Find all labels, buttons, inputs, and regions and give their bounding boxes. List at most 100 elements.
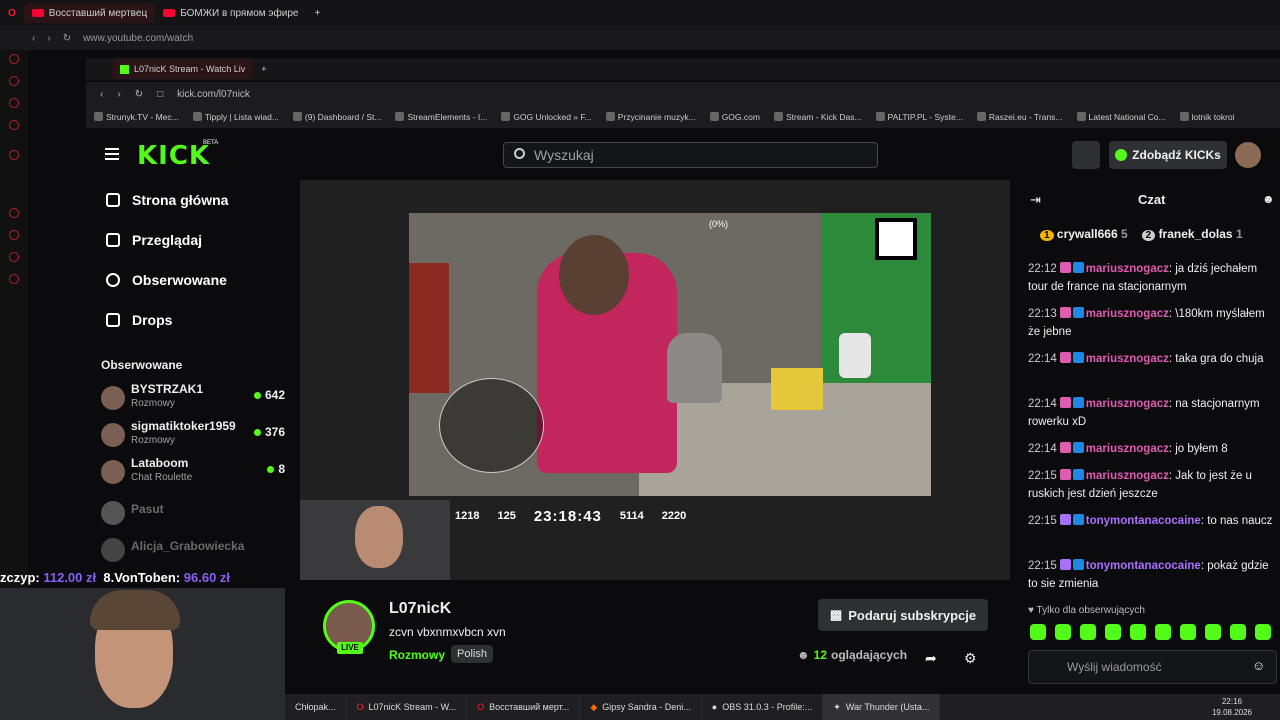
forward-icon[interactable]: ›: [117, 89, 120, 100]
gifter[interactable]: 1 crywall666 5: [1040, 227, 1128, 241]
nav-drops[interactable]: Drops: [106, 312, 172, 328]
reload-icon[interactable]: ↻: [135, 89, 143, 100]
followed-channel[interactable]: BYSTRZAK1 Rozmowy 642: [101, 382, 291, 416]
taskbar-item[interactable]: Chłopak...: [285, 694, 347, 720]
windows-taskbar: Chłopak... O L07nicK Stream - W... O Восст…: [285, 694, 1280, 720]
channel-name[interactable]: L07nicK: [389, 600, 451, 618]
outer-tab-youtube-2[interactable]: БОМЖИ в прямом эфире: [155, 3, 306, 23]
gifter[interactable]: 2 franek_dolas 1: [1141, 227, 1243, 241]
emote[interactable]: [1105, 624, 1121, 640]
followed-channel-offline[interactable]: Pasut: [101, 497, 291, 531]
emote[interactable]: [1205, 624, 1221, 640]
bookmark-item[interactable]: (9) Dashboard / St...: [292, 112, 381, 122]
new-tab-button[interactable]: +: [306, 3, 328, 23]
bookmark-item[interactable]: StreamElements - I...: [395, 112, 487, 122]
opera-icon[interactable]: O: [0, 3, 24, 23]
share-icon[interactable]: ➦: [925, 650, 937, 667]
inner-address-bar[interactable]: ‹ › ↻ □ kick.com/l07nick: [86, 82, 1280, 106]
stream-video-frame: (0%): [409, 213, 931, 496]
inner-tab-bar: L07nicK Stream - Watch Liv +: [86, 58, 1280, 80]
emote[interactable]: [1230, 624, 1246, 640]
chat-message: 22:13 mariusznogacz: \180km myślałem że j…: [1028, 307, 1265, 338]
bookmark-item[interactable]: Latest National Co...: [1076, 112, 1166, 122]
reload-icon[interactable]: ↻: [63, 33, 71, 44]
outer-tab-bar: O Восставший мертвец БОМЖИ в прямом эфир…: [0, 0, 1280, 26]
youtube-icon: [163, 9, 176, 17]
kick-logo[interactable]: KICK: [137, 141, 210, 171]
search-input[interactable]: Wyszukaj: [503, 142, 878, 168]
nav-home[interactable]: Strona główna: [106, 192, 228, 208]
sidebar-icon[interactable]: [9, 120, 19, 130]
followers-only-notice: ♥ Tylko dla obserwujących: [1028, 605, 1145, 616]
chat-title: Czat: [1138, 192, 1166, 207]
outer-address-bar[interactable]: ‹ › ↻ www.youtube.com/watch: [0, 26, 1280, 50]
bookmark-item[interactable]: PALTIP.PL - Syste...: [875, 112, 963, 122]
emote[interactable]: [1055, 624, 1071, 640]
bookmark-item[interactable]: Tipply | Lista wiad...: [192, 112, 279, 122]
nav-following[interactable]: Obserwowane: [106, 272, 227, 288]
outer-url-text[interactable]: www.youtube.com/watch: [83, 33, 193, 44]
store-button[interactable]: [1072, 141, 1100, 169]
forward-icon[interactable]: ›: [47, 33, 50, 44]
emote[interactable]: [1255, 624, 1271, 640]
sidebar-icon[interactable]: [9, 76, 19, 86]
sidebar-icon[interactable]: [9, 150, 19, 160]
stat-value: 5114: [619, 510, 644, 522]
taskbar-item[interactable]: ● OBS 31.0.3 - Profile:...: [702, 694, 824, 720]
emote[interactable]: [1155, 624, 1171, 640]
bookmark-item[interactable]: Stream - Kick Das...: [773, 112, 862, 122]
sidebar-icon[interactable]: [9, 98, 19, 108]
taskbar-item[interactable]: O L07nicK Stream - W...: [347, 694, 468, 720]
settings-icon[interactable]: ⚙: [964, 650, 977, 667]
kicks-icon: [1115, 149, 1128, 161]
sidebar-icon[interactable]: [9, 54, 19, 64]
followed-channel-offline[interactable]: Alicja_Grabowiecka: [101, 534, 291, 568]
avatar: [101, 538, 125, 562]
stream-category[interactable]: Rozmowy: [389, 648, 445, 662]
outer-tab-youtube-1[interactable]: Восставший мертвец: [23, 3, 156, 23]
sidebar-icon[interactable]: [9, 252, 19, 262]
followed-channel[interactable]: sigmatiktoker1959 Rozmowy 376: [101, 419, 291, 453]
back-icon[interactable]: ‹: [100, 89, 103, 100]
bookmark-item[interactable]: Przycinanie muzyk...: [605, 112, 696, 122]
emoji-icon[interactable]: ☺: [1252, 658, 1265, 673]
gift-subs-button[interactable]: ▩ Podaruj subskrypcje: [818, 599, 988, 631]
stat-value: 125: [497, 510, 516, 522]
chat-users-icon[interactable]: ☻: [1262, 192, 1275, 206]
emote[interactable]: [1030, 624, 1046, 640]
taskbar-item[interactable]: O Восставший мерт...: [467, 694, 581, 720]
sidebar-icon[interactable]: [9, 230, 19, 240]
taskbar-item[interactable]: ✦ War Thunder (Usta...: [823, 694, 941, 720]
bookmark-item[interactable]: GOG Unlocked » F...: [501, 112, 592, 122]
youtube-icon: [31, 9, 44, 17]
user-avatar[interactable]: [1235, 142, 1261, 168]
chat-message: 22:14 mariusznogacz: taka gra do chuja: [1028, 352, 1264, 365]
inner-url-text[interactable]: kick.com/l07nick: [177, 89, 250, 100]
emote[interactable]: [1180, 624, 1196, 640]
taskbar-item[interactable]: ◆ Gipsy Sandra - Deni...: [580, 694, 702, 720]
sidebar-icon[interactable]: [9, 274, 19, 284]
get-kicks-button[interactable]: Zdobądź KICKs: [1109, 141, 1227, 169]
followed-channel[interactable]: Lataboom Chat Roulette 8: [101, 456, 291, 490]
inner-new-tab-button[interactable]: +: [253, 59, 274, 79]
language-tag[interactable]: Polish: [451, 645, 493, 663]
bookmark-item[interactable]: Raszei.eu - Trans...: [976, 112, 1063, 122]
chat-input[interactable]: Wyślij wiadomość: [1028, 650, 1277, 684]
emote[interactable]: [1130, 624, 1146, 640]
menu-icon[interactable]: [105, 148, 119, 160]
bookmark-item[interactable]: lotnik tokroi: [1179, 112, 1235, 122]
system-clock[interactable]: 22:16 19.08.2026: [1212, 696, 1252, 718]
bookmarks-bar: Strunyk.TV - Mec... Tipply | Lista wiad.…: [86, 106, 1280, 128]
sidebar-icon[interactable]: [9, 208, 19, 218]
bookmark-item[interactable]: Strunyk.TV - Mec...: [94, 112, 179, 122]
avatar: [101, 423, 125, 447]
inner-tab-kick[interactable]: L07nicK Stream - Watch Liv: [112, 59, 254, 79]
bookmark-item[interactable]: GOG.com: [709, 112, 760, 122]
back-icon[interactable]: ‹: [32, 33, 35, 44]
stat-value: 2220: [661, 510, 687, 522]
nav-browse[interactable]: Przeglądaj: [106, 232, 202, 248]
heart-icon: [106, 273, 120, 287]
collapse-chat-icon[interactable]: ⇥: [1030, 192, 1041, 208]
avatar: [101, 501, 125, 525]
emote[interactable]: [1080, 624, 1096, 640]
